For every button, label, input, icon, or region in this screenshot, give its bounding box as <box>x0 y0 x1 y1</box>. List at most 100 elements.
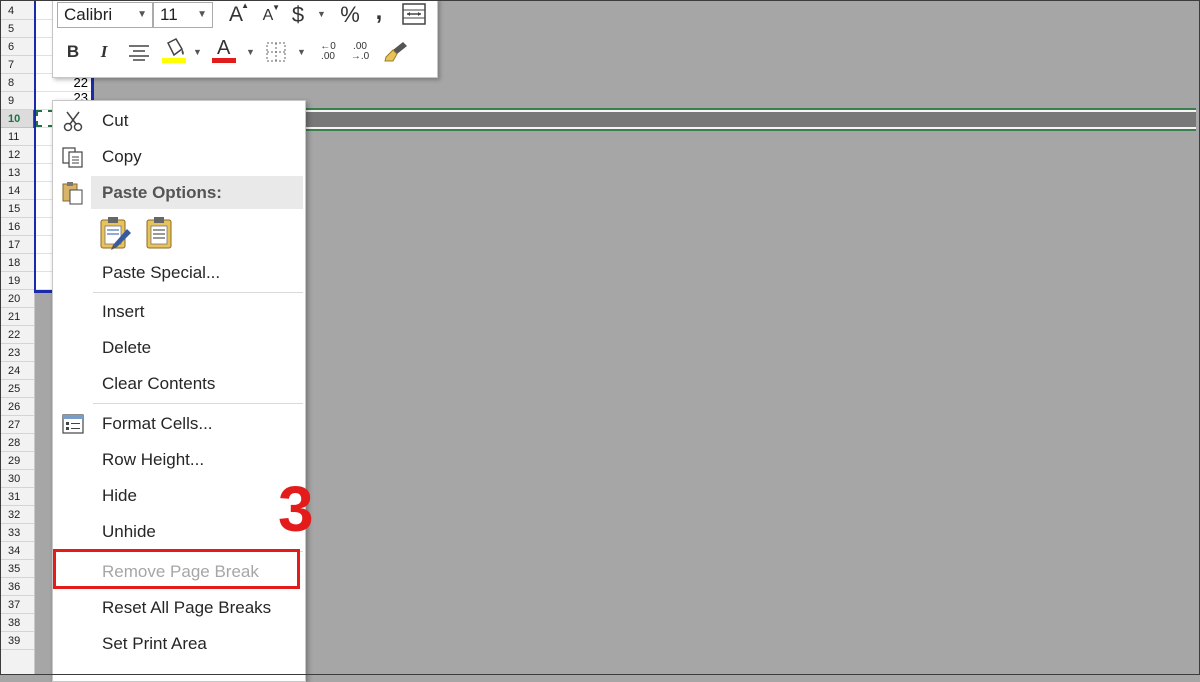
menu-item-label: Paste Special... <box>102 263 221 282</box>
row-header[interactable]: 32 <box>0 506 34 524</box>
decrease-decimal-bottom: →.0 <box>350 51 370 62</box>
clipboard-icon <box>146 217 172 249</box>
menu-item-set-print-area[interactable]: Set Print Area <box>53 627 305 661</box>
row-header[interactable]: 12 <box>0 146 34 164</box>
menu-item-label: Set Print Area <box>102 634 207 653</box>
bold-button[interactable]: B <box>63 41 83 63</box>
menu-item-paste-special[interactable]: Paste Special... <box>53 256 305 290</box>
row-header[interactable]: 22 <box>0 326 34 344</box>
format-cells-icon <box>62 414 84 434</box>
menu-item-label: Unhide <box>102 522 156 541</box>
caret-up-icon: ▲ <box>241 1 249 10</box>
menu-item-copy[interactable]: Copy <box>53 140 305 174</box>
chevron-down-icon: ▼ <box>137 9 147 20</box>
italic-button[interactable]: I <box>95 41 113 63</box>
cell-value[interactable]: 23 <box>60 92 88 100</box>
row-header[interactable]: 33 <box>0 524 34 542</box>
row-header[interactable]: 37 <box>0 596 34 614</box>
paint-bucket-icon <box>162 38 186 63</box>
paste-options-header: Paste Options: <box>91 176 303 209</box>
menu-item-label: Copy <box>102 147 142 166</box>
row-header[interactable]: 36 <box>0 578 34 596</box>
increase-font-size-button[interactable]: A ▲ <box>223 1 249 27</box>
menu-item-clear-contents[interactable]: Clear Contents <box>53 367 305 401</box>
row-header[interactable]: 11 <box>0 128 34 146</box>
chevron-down-icon[interactable]: ▼ <box>297 47 306 57</box>
step-number: 3 <box>278 473 314 545</box>
row-header[interactable]: 30 <box>0 470 34 488</box>
comma-icon: , <box>375 0 383 25</box>
font-size-value: 11 <box>160 5 178 24</box>
row-header[interactable]: 28 <box>0 434 34 452</box>
page-area-border-left <box>34 0 36 292</box>
menu-item-cut[interactable]: Cut <box>53 104 305 138</box>
paste-brush-icon <box>100 217 131 250</box>
increase-decimal-button[interactable]: ←0 .00 <box>315 39 341 65</box>
row-header[interactable]: 23 <box>0 344 34 362</box>
row-header[interactable]: 17 <box>0 236 34 254</box>
row-header[interactable]: 39 <box>0 632 34 650</box>
menu-item-unhide[interactable]: Unhide <box>53 515 305 549</box>
row-header[interactable]: 5 <box>0 20 34 38</box>
row-header[interactable]: 8 <box>0 74 34 92</box>
row-header[interactable]: 7 <box>0 56 34 74</box>
paste-values-button[interactable] <box>145 215 175 251</box>
row-header[interactable]: 29 <box>0 452 34 470</box>
chevron-down-icon[interactable]: ▼ <box>193 47 202 57</box>
row-header[interactable]: 13 <box>0 164 34 182</box>
menu-separator <box>93 403 303 404</box>
borders-button[interactable] <box>265 41 287 63</box>
row-header[interactable]: 27 <box>0 416 34 434</box>
row-header[interactable]: 35 <box>0 560 34 578</box>
row-header[interactable]: 9 <box>0 92 34 110</box>
accounting-format-button[interactable]: $ <box>287 2 309 28</box>
row-header[interactable]: 34 <box>0 542 34 560</box>
font-name-dropdown[interactable]: Calibri ▼ <box>57 2 153 28</box>
row-header[interactable]: 6 <box>0 38 34 56</box>
row-header[interactable]: 4 <box>0 2 34 20</box>
row-headers: 4 5 6 7 8 9 10 11 12 13 14 15 16 17 18 19 20 21 22 23 24 25 26… <box>0 0 35 675</box>
font-size-dropdown[interactable]: 11 ▼ <box>153 2 213 28</box>
row-header[interactable]: 26 <box>0 398 34 416</box>
merge-center-button[interactable] <box>402 3 426 25</box>
caret-down-icon: ▼ <box>272 3 280 12</box>
menu-item-label: Clear Contents <box>102 374 216 393</box>
context-menu: Cut Copy Paste Options: Paste Special...… <box>52 100 306 682</box>
format-painter-button[interactable] <box>381 39 409 65</box>
menu-item-format-cells[interactable]: Format Cells... <box>53 407 305 441</box>
menu-item-reset-all-page-breaks[interactable]: Reset All Page Breaks <box>53 591 305 625</box>
paste-icon <box>62 182 83 205</box>
chevron-down-icon[interactable]: ▼ <box>317 9 326 19</box>
align-center-icon <box>129 45 149 61</box>
menu-item-hide[interactable]: Hide <box>53 479 305 513</box>
row-header[interactable]: 38 <box>0 614 34 632</box>
comma-style-button[interactable]: , <box>371 0 387 25</box>
row-header[interactable]: 21 <box>0 308 34 326</box>
decrease-font-size-button[interactable]: A ▼ <box>256 3 280 27</box>
dollar-icon: $ <box>291 2 305 27</box>
menu-item-label: Insert <box>102 302 145 321</box>
fill-color-button[interactable] <box>161 37 187 65</box>
center-align-button[interactable] <box>127 41 151 63</box>
paste-formatting-button[interactable] <box>99 215 133 251</box>
row-header[interactable]: 18 <box>0 254 34 272</box>
percent-style-button[interactable]: % <box>337 2 363 28</box>
row-header[interactable]: 14 <box>0 182 34 200</box>
menu-item-insert[interactable]: Insert <box>53 295 305 329</box>
row-header[interactable]: 10 <box>0 110 35 128</box>
row-header[interactable]: 19 <box>0 272 34 290</box>
copy-icon <box>62 147 83 168</box>
menu-item-label: Delete <box>102 338 152 357</box>
menu-item-row-height[interactable]: Row Height... <box>53 443 305 477</box>
row-header[interactable]: 20 <box>0 290 34 308</box>
row-header[interactable]: 25 <box>0 380 34 398</box>
menu-item-delete[interactable]: Delete <box>53 331 305 365</box>
font-color-button[interactable]: A <box>211 37 237 65</box>
row-header[interactable]: 16 <box>0 218 34 236</box>
row-header[interactable]: 15 <box>0 200 34 218</box>
row-header[interactable]: 24 <box>0 362 34 380</box>
decrease-decimal-button[interactable]: .00 →.0 <box>347 39 373 65</box>
row-header[interactable]: 31 <box>0 488 34 506</box>
chevron-down-icon[interactable]: ▼ <box>246 47 255 57</box>
format-painter-icon <box>384 42 407 62</box>
